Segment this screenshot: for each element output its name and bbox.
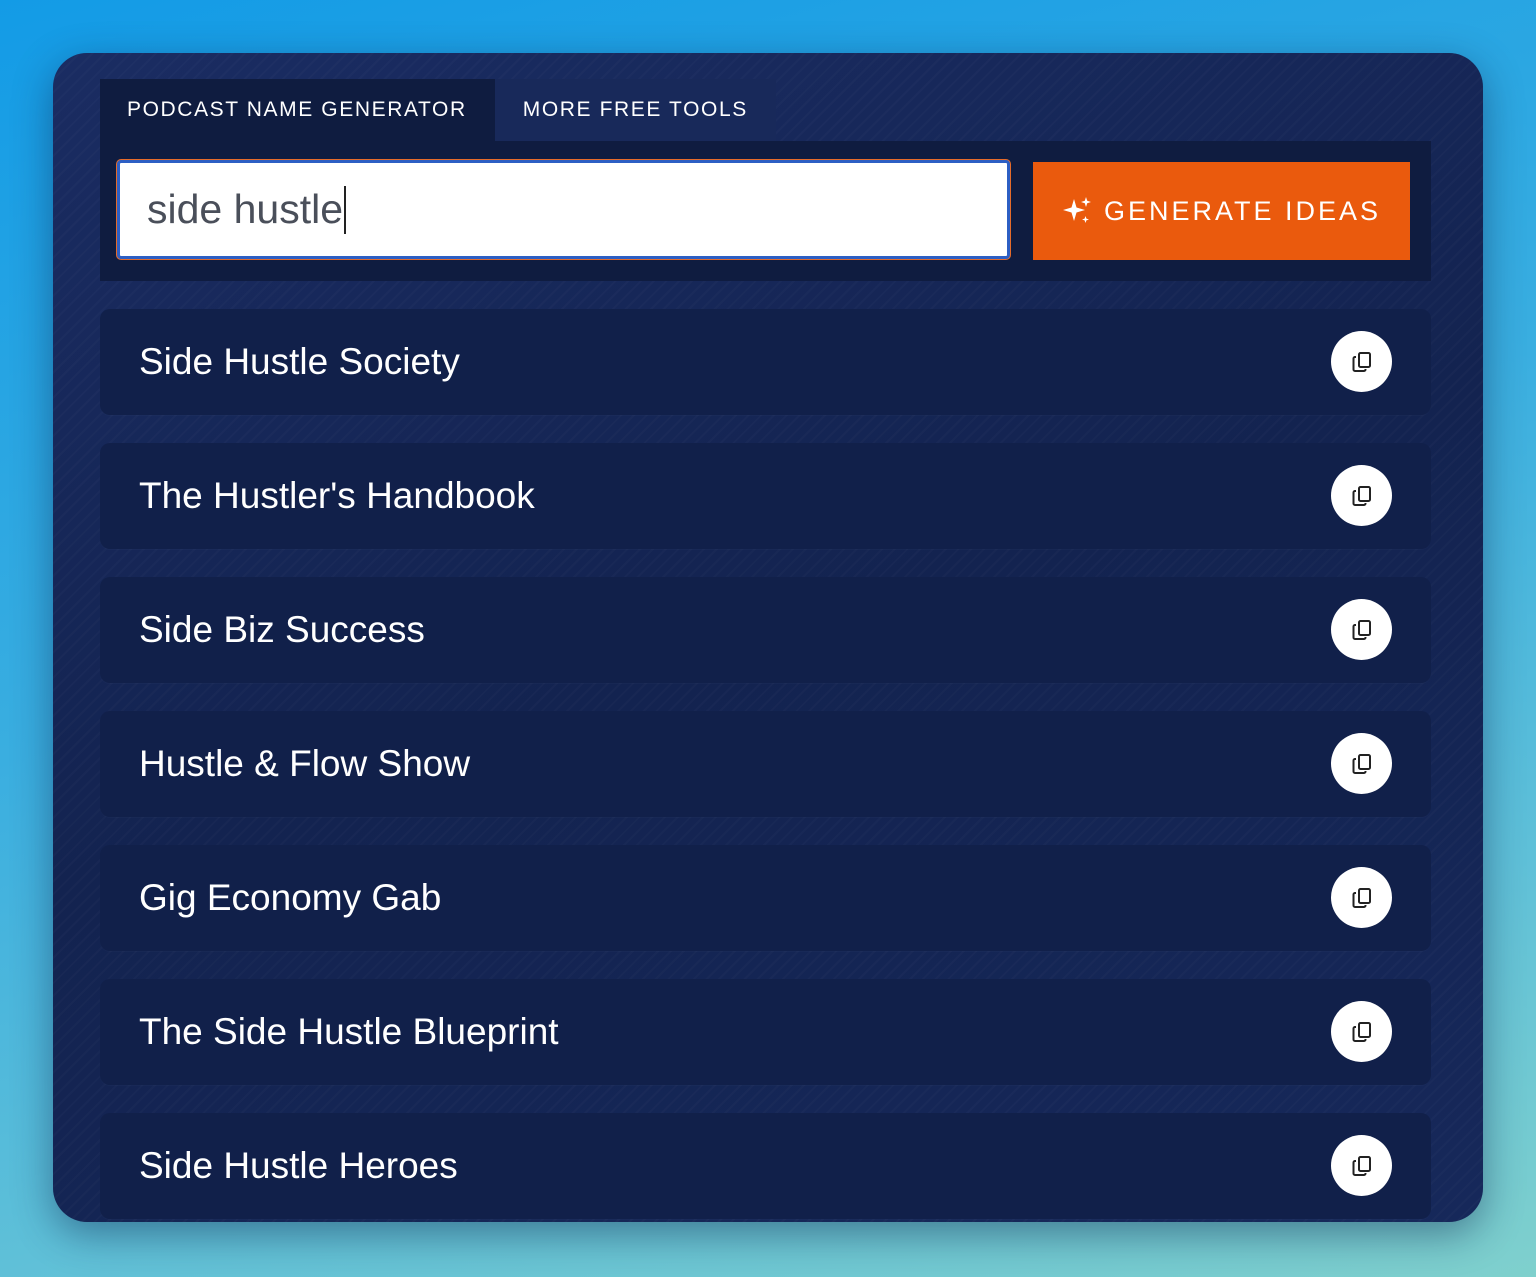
copy-icon [1352, 753, 1371, 774]
copy-button[interactable] [1331, 599, 1392, 660]
copy-icon [1352, 485, 1371, 506]
generate-ideas-button[interactable]: GENERATE IDEAS [1033, 162, 1410, 260]
podcast-name: Side Hustle Society [139, 341, 460, 382]
search-bar: side hustle GENERATE IDEAS [100, 141, 1431, 281]
tab-label: MORE FREE TOOLS [522, 98, 748, 121]
copy-icon [1352, 1155, 1371, 1176]
text-caret [344, 185, 347, 234]
podcast-name: The Side Hustle Blueprint [139, 1011, 559, 1052]
list-item: The Hustler's Handbook [100, 443, 1431, 549]
copy-button[interactable] [1331, 733, 1392, 794]
podcast-name: The Hustler's Handbook [139, 475, 535, 516]
list-item: Hustle & Flow Show [100, 711, 1431, 817]
tab-label: PODCAST NAME GENERATOR [127, 98, 467, 121]
copy-button[interactable] [1331, 465, 1392, 526]
podcast-name: Hustle & Flow Show [139, 743, 471, 784]
tab-podcast-name-generator[interactable]: PODCAST NAME GENERATOR [100, 79, 495, 141]
list-item: Side Hustle Heroes [100, 1113, 1431, 1219]
copy-icon [1352, 619, 1371, 640]
podcast-name: Gig Economy Gab [139, 877, 442, 918]
copy-button[interactable] [1331, 1001, 1392, 1062]
copy-icon [1352, 351, 1371, 372]
generate-ideas-label: GENERATE IDEAS [1103, 195, 1382, 226]
list-item: The Side Hustle Blueprint [100, 979, 1431, 1085]
search-input-value: side hustle [147, 186, 344, 232]
podcast-name: Side Hustle Heroes [139, 1145, 458, 1186]
list-item: Side Hustle Society [100, 309, 1431, 415]
copy-icon [1352, 887, 1371, 908]
sparkle-icon [1062, 197, 1091, 223]
copy-button[interactable] [1331, 1135, 1392, 1196]
search-input[interactable]: side hustle [117, 160, 1010, 259]
copy-button[interactable] [1331, 867, 1392, 928]
list-item: Gig Economy Gab [100, 845, 1431, 951]
copy-button[interactable] [1331, 331, 1392, 392]
generator-card: PODCAST NAME GENERATOR MORE FREE TOOLS s… [53, 53, 1483, 1222]
copy-icon [1352, 1021, 1371, 1042]
tab-bar: PODCAST NAME GENERATOR MORE FREE TOOLS [100, 79, 776, 141]
list-item: Side Biz Success [100, 577, 1431, 683]
tab-more-free-tools[interactable]: MORE FREE TOOLS [494, 79, 776, 141]
podcast-name: Side Biz Success [139, 609, 425, 650]
